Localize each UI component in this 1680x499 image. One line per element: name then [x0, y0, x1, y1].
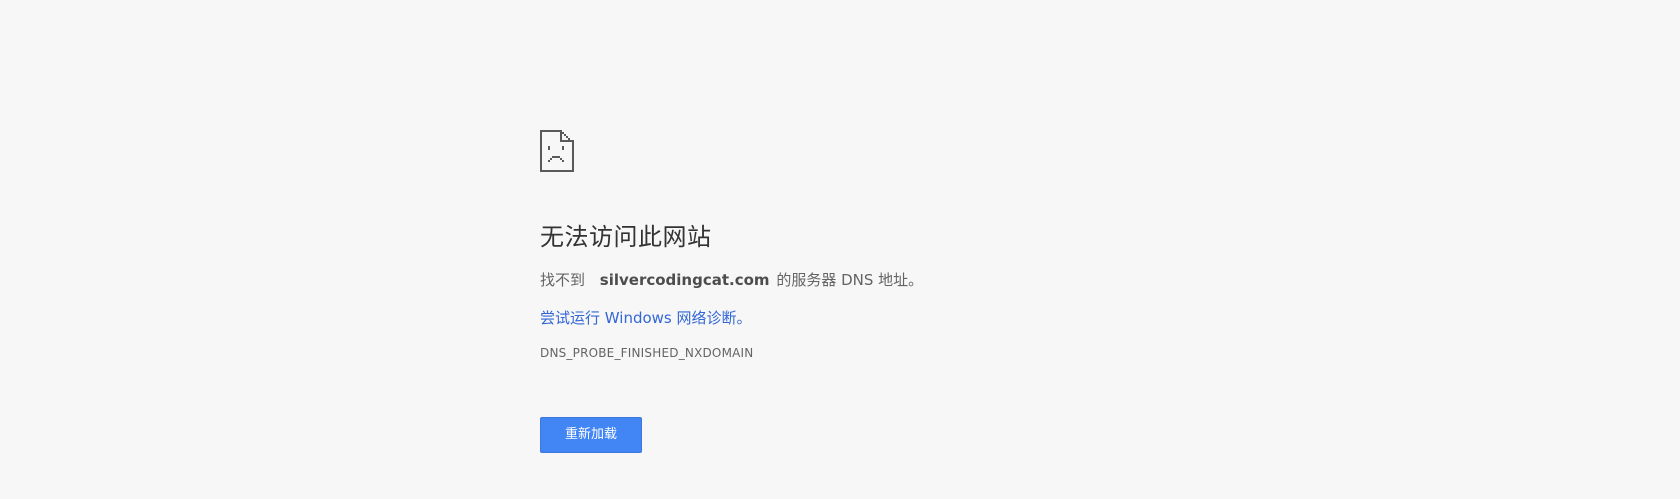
reload-button[interactable]: 重新加载: [540, 417, 643, 453]
error-container: 无法访问此网站 找不到 silvercodingcat.com 的服务器 DNS…: [540, 130, 1240, 453]
desc-suffix: 的服务器 DNS 地址。: [776, 271, 924, 289]
sad-page-icon: [540, 130, 574, 172]
desc-prefix: 找不到: [540, 271, 586, 289]
error-description: 找不到 silvercodingcat.com 的服务器 DNS 地址。: [540, 269, 1240, 291]
host-name: silvercodingcat.com: [599, 271, 770, 289]
page-title: 无法访问此网站: [540, 223, 712, 251]
network-diagnostics-link[interactable]: 尝试运行 Windows 网络诊断。: [540, 307, 752, 329]
error-code: DNS_PROBE_FINISHED_NXDOMAIN: [540, 346, 754, 360]
